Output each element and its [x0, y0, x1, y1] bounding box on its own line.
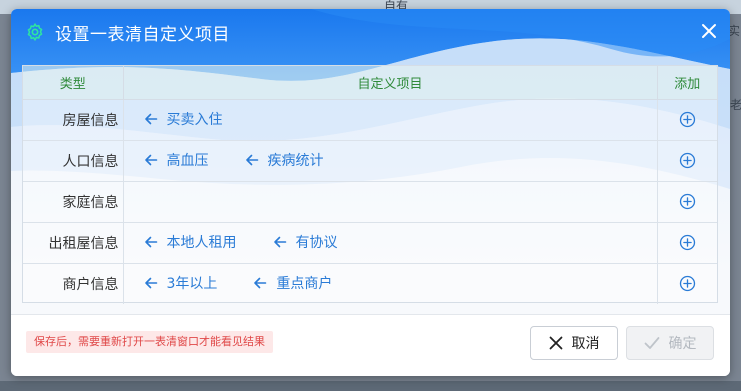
- custom-item-link[interactable]: 疾病统计: [245, 150, 324, 170]
- dialog-title: 设置一表清自定义项目: [55, 25, 230, 45]
- table-row: 家庭信息: [23, 181, 717, 223]
- plus-circle-icon[interactable]: [679, 275, 696, 292]
- custom-item-label: 疾病统计: [267, 153, 324, 169]
- close-icon[interactable]: [699, 21, 719, 41]
- table-header-row: 类型 自定义项目 添加: [23, 66, 717, 100]
- row-type-label: 人口信息: [23, 140, 124, 182]
- table-row: 房屋信息 买卖入住: [23, 99, 717, 141]
- gear-icon: [27, 23, 43, 41]
- table-row: 商户信息 3年以上 重点商户: [23, 263, 717, 304]
- row-type-label: 出租屋信息: [23, 222, 124, 264]
- background-text: 老: [730, 98, 741, 112]
- row-items-cell: 高血压 疾病统计: [123, 140, 658, 182]
- custom-item-link[interactable]: 3年以上: [144, 273, 218, 293]
- row-add-cell: [657, 140, 717, 182]
- arrow-left-icon: [144, 113, 157, 125]
- arrow-left-icon: [273, 236, 286, 248]
- column-header-items: 自定义项目: [123, 66, 658, 100]
- column-header-type: 类型: [23, 66, 124, 100]
- cancel-button[interactable]: 取消: [530, 326, 618, 360]
- row-add-cell: [657, 263, 717, 304]
- row-items-cell: [123, 181, 658, 223]
- custom-item-link[interactable]: 买卖入住: [144, 109, 223, 129]
- column-header-add: 添加: [657, 66, 717, 100]
- row-add-cell: [657, 222, 717, 264]
- custom-item-label: 重点商户: [276, 276, 333, 293]
- arrow-left-icon: [144, 236, 157, 248]
- row-add-cell: [657, 99, 717, 141]
- table-row: 出租屋信息 本地人租用 有协议: [23, 222, 717, 264]
- row-type-label: 家庭信息: [23, 181, 124, 223]
- custom-items-table: 类型 自定义项目 添加 房屋信息 买卖入住人口信息 高血压 疾病统计家庭信息 出租屋信息…: [22, 65, 718, 304]
- custom-item-label: 本地人租用: [166, 235, 237, 251]
- custom-items-dialog: 设置一表清自定义项目 类型 自定义项目 添加 房屋信息 买卖入住人口信息 高血压 疾病…: [11, 9, 730, 376]
- custom-item-label: 买卖入住: [166, 112, 223, 128]
- custom-item-label: 有协议: [295, 235, 338, 251]
- custom-item-link[interactable]: 重点商户: [253, 273, 332, 293]
- row-add-cell: [657, 181, 717, 223]
- plus-circle-icon[interactable]: [679, 234, 696, 251]
- arrow-left-icon: [144, 277, 157, 289]
- arrow-left-icon: [245, 154, 258, 166]
- row-items-cell: 买卖入住: [123, 99, 658, 141]
- row-items-cell: 3年以上 重点商户: [123, 263, 658, 304]
- plus-circle-icon[interactable]: [679, 111, 696, 128]
- custom-item-link[interactable]: 本地人租用: [144, 232, 237, 252]
- arrow-left-icon: [254, 277, 267, 289]
- cancel-button-label: 取消: [571, 336, 600, 352]
- check-icon: [644, 337, 659, 349]
- custom-item-link[interactable]: 有协议: [273, 232, 338, 252]
- custom-item-label: 高血压: [166, 153, 209, 169]
- close-icon: [549, 336, 562, 350]
- table-row: 人口信息 高血压 疾病统计: [23, 140, 717, 182]
- plus-circle-icon[interactable]: [679, 193, 696, 210]
- dialog-titlebar: 设置一表清自定义项目: [11, 9, 730, 55]
- confirm-button[interactable]: 确定: [626, 326, 714, 360]
- save-notice: 保存后，需要重新打开一表清窗口才能看见结果: [26, 331, 273, 353]
- confirm-button-label: 确定: [668, 336, 697, 352]
- arrow-left-icon: [144, 154, 157, 166]
- custom-item-label: 3年以上: [166, 276, 218, 293]
- row-type-label: 商户信息: [23, 263, 124, 304]
- plus-circle-icon[interactable]: [679, 152, 696, 169]
- background-band: [0, 381, 741, 391]
- custom-item-link[interactable]: 高血压: [144, 150, 209, 170]
- row-items-cell: 本地人租用 有协议: [123, 222, 658, 264]
- row-type-label: 房屋信息: [23, 99, 124, 141]
